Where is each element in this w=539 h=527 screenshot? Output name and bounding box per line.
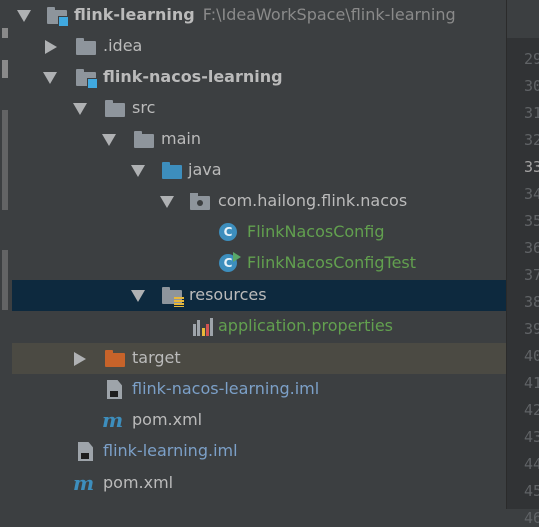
tree-item-target[interactable]: target <box>12 343 506 374</box>
tree-item-root-iml[interactable]: flink-learning.iml <box>12 436 506 467</box>
test-class-icon: C <box>219 252 241 272</box>
tree-item-main[interactable]: main <box>12 124 506 155</box>
chevron-down-icon[interactable] <box>131 290 145 302</box>
line-number: 40 <box>524 347 539 365</box>
line-number: 32 <box>524 131 539 149</box>
properties-label: application.properties <box>218 316 393 335</box>
tree-item-class[interactable]: C FlinkNacosConfig <box>12 217 506 248</box>
source-folder-icon <box>162 162 182 179</box>
module-folder-icon <box>76 69 98 89</box>
tree-item-java[interactable]: java <box>12 155 506 186</box>
tree-item-properties[interactable]: application.properties <box>12 311 506 342</box>
tree-item-module-iml[interactable]: flink-nacos-learning.iml <box>12 374 506 405</box>
resources-folder-icon <box>162 287 184 307</box>
line-number: 31 <box>524 104 539 122</box>
class-label: FlinkNacosConfig <box>247 222 385 241</box>
package-label: com.hailong.flink.nacos <box>218 191 408 210</box>
iml-file-icon <box>107 380 122 399</box>
chevron-down-icon[interactable] <box>102 134 116 146</box>
tool-strip-marker <box>2 60 8 78</box>
line-number: 37 <box>524 266 539 284</box>
folder-icon <box>134 131 154 148</box>
line-number: 39 <box>524 320 539 338</box>
root-path: F:\IdeaWorkSpace\flink-learning <box>202 5 456 24</box>
tool-strip-marker <box>2 28 8 38</box>
line-number: 42 <box>524 401 539 419</box>
tree-item-module-pom[interactable]: m pom.xml <box>12 405 506 436</box>
java-label: java <box>188 160 222 179</box>
tree-item-package[interactable]: com.hailong.flink.nacos <box>12 186 506 217</box>
main-label: main <box>161 129 201 148</box>
line-number: 33 <box>524 158 539 176</box>
folder-icon <box>76 38 96 55</box>
module-label: flink-nacos-learning <box>103 67 283 86</box>
tree-item-root[interactable]: flink-learning F:\IdeaWorkSpace\flink-lea… <box>12 0 506 31</box>
idea-label: .idea <box>103 36 143 55</box>
tree-item-src[interactable]: src <box>12 93 506 124</box>
tool-strip-marker <box>2 110 8 210</box>
maven-icon: m <box>102 408 124 432</box>
maven-icon: m <box>73 471 95 495</box>
src-label: src <box>132 98 156 117</box>
root-label: flink-learning F:\IdeaWorkSpace\flink-lea… <box>74 5 456 24</box>
test-class-label: FlinkNacosConfigTest <box>247 253 417 272</box>
root-pom-label: pom.xml <box>103 473 174 492</box>
module-iml-label: flink-nacos-learning.iml <box>132 379 320 398</box>
editor-line-gutter: 29 30 31 32 33 34 35 36 37 38 39 40 41 42 43 44 45 46 <box>506 0 539 527</box>
excluded-folder-icon <box>105 350 125 367</box>
tree-item-root-pom[interactable]: m pom.xml <box>12 468 506 499</box>
target-label: target <box>132 348 181 367</box>
line-number: 29 <box>524 50 539 68</box>
chevron-down-icon[interactable] <box>73 103 87 115</box>
chevron-down-icon[interactable] <box>160 196 174 208</box>
line-number: 44 <box>524 455 539 473</box>
iml-file-icon <box>78 442 93 461</box>
line-number: 38 <box>524 293 539 311</box>
properties-file-icon <box>193 316 213 336</box>
tool-strip-marker <box>2 250 8 310</box>
tree-item-resources[interactable]: resources <box>12 280 506 311</box>
line-number: 35 <box>524 212 539 230</box>
tree-item-module[interactable]: flink-nacos-learning <box>12 62 506 93</box>
line-number: 34 <box>524 185 539 203</box>
line-number: 43 <box>524 428 539 446</box>
line-number: 41 <box>524 374 539 392</box>
chevron-right-icon[interactable] <box>74 352 86 366</box>
root-iml-label: flink-learning.iml <box>103 441 238 460</box>
tree-item-test-class[interactable]: C FlinkNacosConfigTest <box>12 248 506 279</box>
package-icon <box>190 193 210 210</box>
chevron-down-icon[interactable] <box>17 10 31 22</box>
line-number: 45 <box>524 482 539 500</box>
chevron-down-icon[interactable] <box>131 165 145 177</box>
chevron-right-icon[interactable] <box>45 40 57 54</box>
module-folder-icon <box>47 7 69 27</box>
module-pom-label: pom.xml <box>132 410 203 429</box>
chevron-down-icon[interactable] <box>43 72 57 84</box>
editor-tab-strip <box>507 0 539 38</box>
folder-icon <box>105 100 125 117</box>
line-number: 36 <box>524 239 539 257</box>
line-number: 30 <box>524 77 539 95</box>
tree-item-idea[interactable]: .idea <box>12 31 506 62</box>
project-tree[interactable]: flink-learning F:\IdeaWorkSpace\flink-lea… <box>12 0 506 509</box>
line-number: 46 <box>524 509 539 527</box>
java-class-icon: C <box>219 223 237 241</box>
resources-label: resources <box>189 285 267 304</box>
